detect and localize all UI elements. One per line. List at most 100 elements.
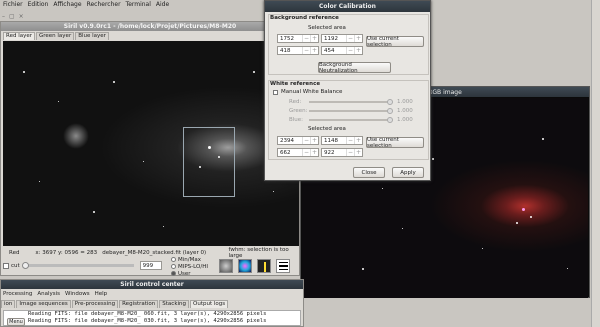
close-icon[interactable]: × xyxy=(19,13,24,20)
tab-image-sequences[interactable]: Image sequences xyxy=(16,300,71,308)
plus-icon[interactable]: + xyxy=(310,35,318,42)
wb-red-slider[interactable] xyxy=(309,98,393,105)
menu-lines-icon[interactable] xyxy=(276,259,290,273)
background-title: Background reference xyxy=(270,15,339,21)
cut-slider[interactable] xyxy=(21,262,134,269)
plus-icon[interactable]: + xyxy=(354,137,362,144)
maximize-icon[interactable]: ▢ xyxy=(9,13,15,20)
tab-green-layer[interactable]: Green layer xyxy=(36,32,75,40)
menu-rechercher[interactable]: Rechercher xyxy=(87,1,121,8)
cut-value-input[interactable]: 999 xyxy=(139,261,162,270)
menu-processing[interactable]: Processing xyxy=(3,291,32,297)
menu-windows[interactable]: Windows xyxy=(65,291,90,297)
tab-blue-layer[interactable]: Blue layer xyxy=(75,32,109,40)
red-status-bar: Red x: 3697 y: 0596 = 283 debayer_M8-M20… xyxy=(3,246,299,259)
selection-rectangle[interactable] xyxy=(183,127,235,197)
plus-icon[interactable]: + xyxy=(310,137,318,144)
menu-analysis[interactable]: Analysis xyxy=(37,291,60,297)
close-button[interactable]: Close xyxy=(353,167,385,178)
file-label: debayer_M8-M20_stacked.fit (layer 0) xyxy=(102,249,207,256)
red-window-title: Siril v0.9.0rc1 - /home/lock/Projet/Pict… xyxy=(1,22,299,31)
calibration-title: Color Calibration xyxy=(265,1,430,12)
menu-affichage[interactable]: Affichage xyxy=(53,1,81,8)
bg-h-input[interactable]: 454 − + xyxy=(321,46,363,55)
control-center-window: Siril control center Processing Analysis… xyxy=(0,279,304,327)
display-mode-buttons xyxy=(219,258,290,274)
tab-pre-processing[interactable]: Pre-processing xyxy=(71,300,119,308)
bg-y-input[interactable]: 1192 − + xyxy=(321,34,363,43)
bg-h-value: 454 xyxy=(324,47,335,54)
menu-edition[interactable]: Edition xyxy=(28,1,49,8)
menu-terminal[interactable]: Terminal xyxy=(126,1,151,8)
bg-w-input[interactable]: 418 − + xyxy=(277,46,319,55)
option-min-max[interactable]: Min/Max xyxy=(171,256,217,263)
wb-blue-slider[interactable] xyxy=(309,116,393,123)
wb-green-label: Green: xyxy=(289,107,308,114)
minus-icon[interactable]: − xyxy=(346,137,354,144)
bg-x-value: 1752 xyxy=(280,35,294,42)
wb-green-value: 1.000 xyxy=(397,107,413,114)
red-layer-image[interactable] xyxy=(3,41,299,246)
bg-use-selection-button[interactable]: Use current selection xyxy=(366,36,424,48)
manual-wb-toggle[interactable]: Manual White Balance xyxy=(273,89,342,95)
red-layer-window: Siril v0.9.0rc1 - /home/lock/Projet/Pict… xyxy=(0,21,300,277)
option-label: Min/Max xyxy=(178,256,201,263)
top-window-controls: – ▢ × xyxy=(2,12,24,20)
plus-icon[interactable]: + xyxy=(354,35,362,42)
output-log: Reading FITS: file debayer_M8-M20_ 060.f… xyxy=(3,310,301,326)
fwhm-label: fwhm: selection is too large xyxy=(228,246,289,259)
false-color-icon[interactable] xyxy=(238,259,252,273)
menu-help[interactable]: Help xyxy=(95,291,108,297)
wr-w-input[interactable]: 662 − + xyxy=(277,148,319,157)
minimize-icon[interactable]: – xyxy=(2,13,5,20)
cut-mode-options: Min/Max MIPS-LO/HI User xyxy=(171,256,217,277)
wr-x-input[interactable]: 2394 − + xyxy=(277,136,319,145)
minus-icon[interactable]: − xyxy=(302,137,310,144)
minus-icon[interactable]: − xyxy=(346,35,354,42)
wb-green-slider[interactable] xyxy=(309,107,393,114)
cut-controls: cut 999 xyxy=(3,260,168,271)
bg-w-value: 418 xyxy=(280,47,291,54)
apply-button[interactable]: Apply xyxy=(392,167,424,178)
minus-icon[interactable]: − xyxy=(346,47,354,54)
wb-green-row: Green: 1.000 xyxy=(289,106,429,115)
background-area-label: Selected area xyxy=(308,25,346,31)
plus-icon[interactable]: + xyxy=(310,149,318,156)
bg-x-input[interactable]: 1752 − + xyxy=(277,34,319,43)
option-user[interactable]: User xyxy=(171,270,217,277)
menu-fichier[interactable]: Fichier xyxy=(3,1,23,8)
calibration-title-text: Color Calibration xyxy=(319,3,376,10)
tab-registration[interactable]: Registration xyxy=(119,300,159,308)
wr-h-input[interactable]: 922 − + xyxy=(321,148,363,157)
plus-icon[interactable]: + xyxy=(354,149,362,156)
histogram-icon[interactable] xyxy=(219,259,233,273)
minus-icon[interactable]: − xyxy=(302,35,310,42)
wb-blue-label: Blue: xyxy=(289,116,304,123)
log-line: Reading FITS: file debayer_M8-M20_ 030.f… xyxy=(28,317,267,324)
minus-icon[interactable]: − xyxy=(346,149,354,156)
cut-slider-knob[interactable] xyxy=(21,262,29,269)
tab-output-logs[interactable]: Output logs xyxy=(190,300,229,308)
menu-aide[interactable]: Aide xyxy=(156,1,169,8)
option-mips[interactable]: MIPS-LO/HI xyxy=(171,263,217,270)
plus-icon[interactable]: + xyxy=(354,47,362,54)
wr-y-input[interactable]: 1148 − + xyxy=(321,136,363,145)
tab-conversion[interactable]: ion xyxy=(1,300,16,308)
control-title-text: Siril control center xyxy=(120,281,184,288)
plus-icon[interactable]: + xyxy=(310,47,318,54)
wr-use-selection-button[interactable]: Use current selection xyxy=(366,137,424,149)
cut-checkbox[interactable] xyxy=(3,262,9,269)
tab-stacking[interactable]: Stacking xyxy=(159,300,190,308)
log-line: Reading FITS: file debayer_M8-M20_ 060.f… xyxy=(28,311,267,317)
background-neutralization-button[interactable]: Background Neutralization xyxy=(318,62,391,74)
wb-red-value: 1.000 xyxy=(397,98,413,105)
minus-icon[interactable]: − xyxy=(302,149,310,156)
tab-red-layer[interactable]: Red layer xyxy=(3,32,35,40)
white-title: White reference xyxy=(270,81,321,87)
right-scrollbar[interactable] xyxy=(591,0,600,327)
minus-icon[interactable]: − xyxy=(302,47,310,54)
radio-icon xyxy=(171,257,176,262)
curve-icon[interactable] xyxy=(257,259,271,273)
manual-wb-checkbox[interactable] xyxy=(273,89,278,95)
log-menu-button[interactable]: Menu xyxy=(7,318,25,326)
